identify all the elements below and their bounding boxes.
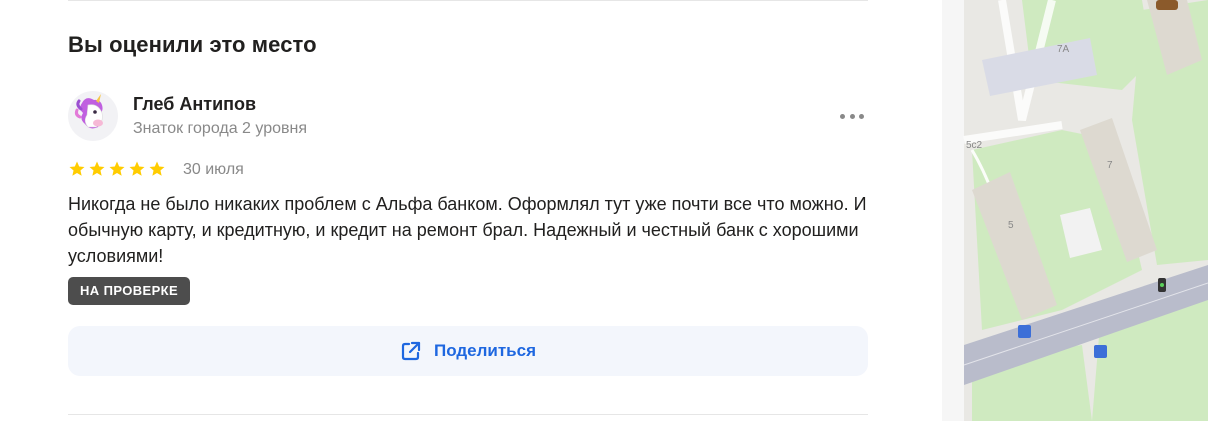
bus-stop-icon[interactable] xyxy=(1094,345,1107,358)
place-marker-icon[interactable] xyxy=(1156,0,1178,10)
author-name[interactable]: Глеб Антипов xyxy=(133,94,256,115)
building-label: 5с2 xyxy=(966,140,983,151)
map-canvas[interactable]: 7А 5с2 7 5 xyxy=(942,0,1208,421)
share-button-label: Поделиться xyxy=(433,341,537,360)
more-dots-icon xyxy=(859,113,864,119)
share-button[interactable]: Поделиться xyxy=(68,326,868,376)
bottom-divider xyxy=(68,414,868,415)
rating-stars xyxy=(68,160,166,178)
bus-stop-icon[interactable] xyxy=(1018,325,1031,338)
more-dots-icon xyxy=(840,113,845,119)
star-icon xyxy=(148,160,166,178)
building-label: 7 xyxy=(1107,160,1113,171)
more-options-button[interactable] xyxy=(838,104,866,128)
external-share-icon xyxy=(401,341,421,361)
building-label: 7А xyxy=(1057,44,1070,55)
star-icon xyxy=(88,160,106,178)
author-level: Знаток города 2 уровня xyxy=(133,120,308,137)
review-date: 30 июля xyxy=(183,161,244,178)
section-title: Вы оценили это место xyxy=(68,32,317,57)
moderation-status-badge: НА ПРОВЕРКЕ xyxy=(68,277,191,305)
star-icon xyxy=(68,160,86,178)
map-view[interactable]: 7А 5с2 7 5 xyxy=(942,0,1208,421)
review-text: Никогда не было никаких проблем с Альфа … xyxy=(68,194,867,266)
top-divider xyxy=(68,0,868,1)
star-icon xyxy=(128,160,146,178)
unicorn-icon xyxy=(74,94,103,129)
star-icon xyxy=(108,160,126,178)
building-label: 5 xyxy=(1008,220,1014,231)
review-panel: Вы оценили это место Глеб Антипов Знаток… xyxy=(0,0,942,421)
more-dots-icon xyxy=(849,113,855,119)
author-avatar[interactable] xyxy=(68,91,118,141)
